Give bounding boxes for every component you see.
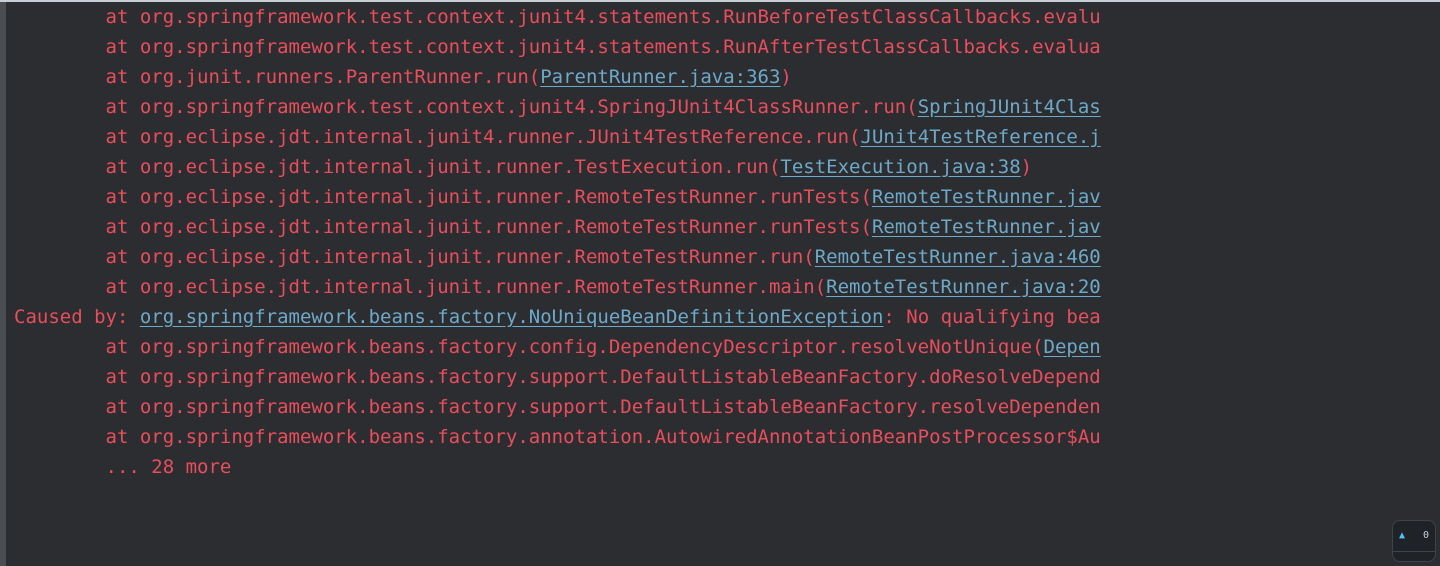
stacktrace-line: at org.eclipse.jdt.internal.junit.runner… [14, 272, 1440, 302]
stacktrace-line: at org.springframework.beans.factory.ann… [14, 422, 1440, 452]
stacktrace-line: ... 28 more [14, 452, 1440, 482]
source-link[interactable]: SpringJUnit4Clas [918, 96, 1101, 118]
stacktrace-line: at org.eclipse.jdt.internal.junit4.runne… [14, 122, 1440, 152]
stacktrace-line: at org.springframework.test.context.juni… [14, 2, 1440, 32]
source-link[interactable]: org.springframework.beans.factory.NoUniq… [140, 306, 884, 328]
source-link[interactable]: RemoteTestRunner.jav [872, 216, 1101, 238]
stacktrace-text: at org.springframework.test.context.juni… [14, 6, 1101, 28]
scroll-down-row[interactable]: ▼ 0 [1393, 551, 1435, 562]
source-link[interactable]: ParentRunner.java:363 [540, 66, 780, 88]
console-output: at org.springframework.test.context.juni… [6, 2, 1440, 566]
stacktrace-line: at org.springframework.beans.factory.con… [14, 332, 1440, 362]
stacktrace-text: at org.springframework.beans.factory.ann… [14, 426, 1101, 448]
stacktrace-line: at org.eclipse.jdt.internal.junit.runner… [14, 242, 1440, 272]
source-link[interactable]: RemoteTestRunner.java:460 [815, 246, 1101, 268]
stacktrace-text: at org.springframework.beans.factory.sup… [14, 366, 1101, 388]
stacktrace-line: at org.springframework.test.context.juni… [14, 32, 1440, 62]
source-link[interactable]: TestExecution.java:38 [780, 156, 1020, 178]
stacktrace-line: at org.junit.runners.ParentRunner.run(Pa… [14, 62, 1440, 92]
scroll-indicator[interactable]: ▲ 0 ▼ 0 [1392, 520, 1436, 562]
stacktrace-text: at org.eclipse.jdt.internal.junit4.runne… [14, 126, 1101, 148]
source-link[interactable]: RemoteTestRunner.java:20 [826, 276, 1101, 298]
stacktrace-text: at org.eclipse.jdt.internal.junit.runner… [14, 156, 1032, 178]
stacktrace-line: Caused by: org.springframework.beans.fac… [14, 302, 1440, 332]
arrow-up-icon: ▲ [1399, 531, 1405, 541]
stacktrace-line: at org.springframework.beans.factory.sup… [14, 392, 1440, 422]
stacktrace-text: Caused by: org.springframework.beans.fac… [14, 306, 1101, 328]
scroll-up-row[interactable]: ▲ 0 [1393, 521, 1435, 551]
stacktrace-text: ) [1021, 156, 1032, 178]
stacktrace-text: at org.springframework.test.context.juni… [14, 96, 1101, 118]
stacktrace-text: at org.springframework.test.context.juni… [14, 36, 1101, 58]
stacktrace-line: at org.springframework.beans.factory.sup… [14, 362, 1440, 392]
stacktrace-text: : No qualifying bea [883, 306, 1100, 328]
source-link[interactable]: Depen [1044, 336, 1101, 358]
stacktrace-line: at org.eclipse.jdt.internal.junit.runner… [14, 152, 1440, 182]
stacktrace-text: at org.junit.runners.ParentRunner.run(Pa… [14, 66, 792, 88]
source-link[interactable]: JUnit4TestReference.j [861, 126, 1101, 148]
stacktrace-text: at org.eclipse.jdt.internal.junit.runner… [14, 276, 1101, 298]
stacktrace-text: ... 28 more [14, 456, 231, 478]
stacktrace-line: at org.eclipse.jdt.internal.junit.runner… [14, 182, 1440, 212]
scroll-down-count: 0 [1423, 552, 1429, 562]
stacktrace-text: at org.eclipse.jdt.internal.junit.runner… [14, 186, 1101, 208]
stacktrace-line: at org.eclipse.jdt.internal.junit.runner… [14, 212, 1440, 242]
stacktrace-text: at org.springframework.beans.factory.con… [14, 336, 1101, 358]
stacktrace-text: ) [780, 66, 791, 88]
source-link[interactable]: RemoteTestRunner.jav [872, 186, 1101, 208]
stacktrace-text: at org.eclipse.jdt.internal.junit.runner… [14, 216, 1101, 238]
stacktrace-text: at org.eclipse.jdt.internal.junit.runner… [14, 246, 1101, 268]
stacktrace-text: at org.springframework.beans.factory.sup… [14, 396, 1101, 418]
stacktrace-line: at org.springframework.test.context.juni… [14, 92, 1440, 122]
scroll-up-count: 0 [1423, 521, 1429, 551]
